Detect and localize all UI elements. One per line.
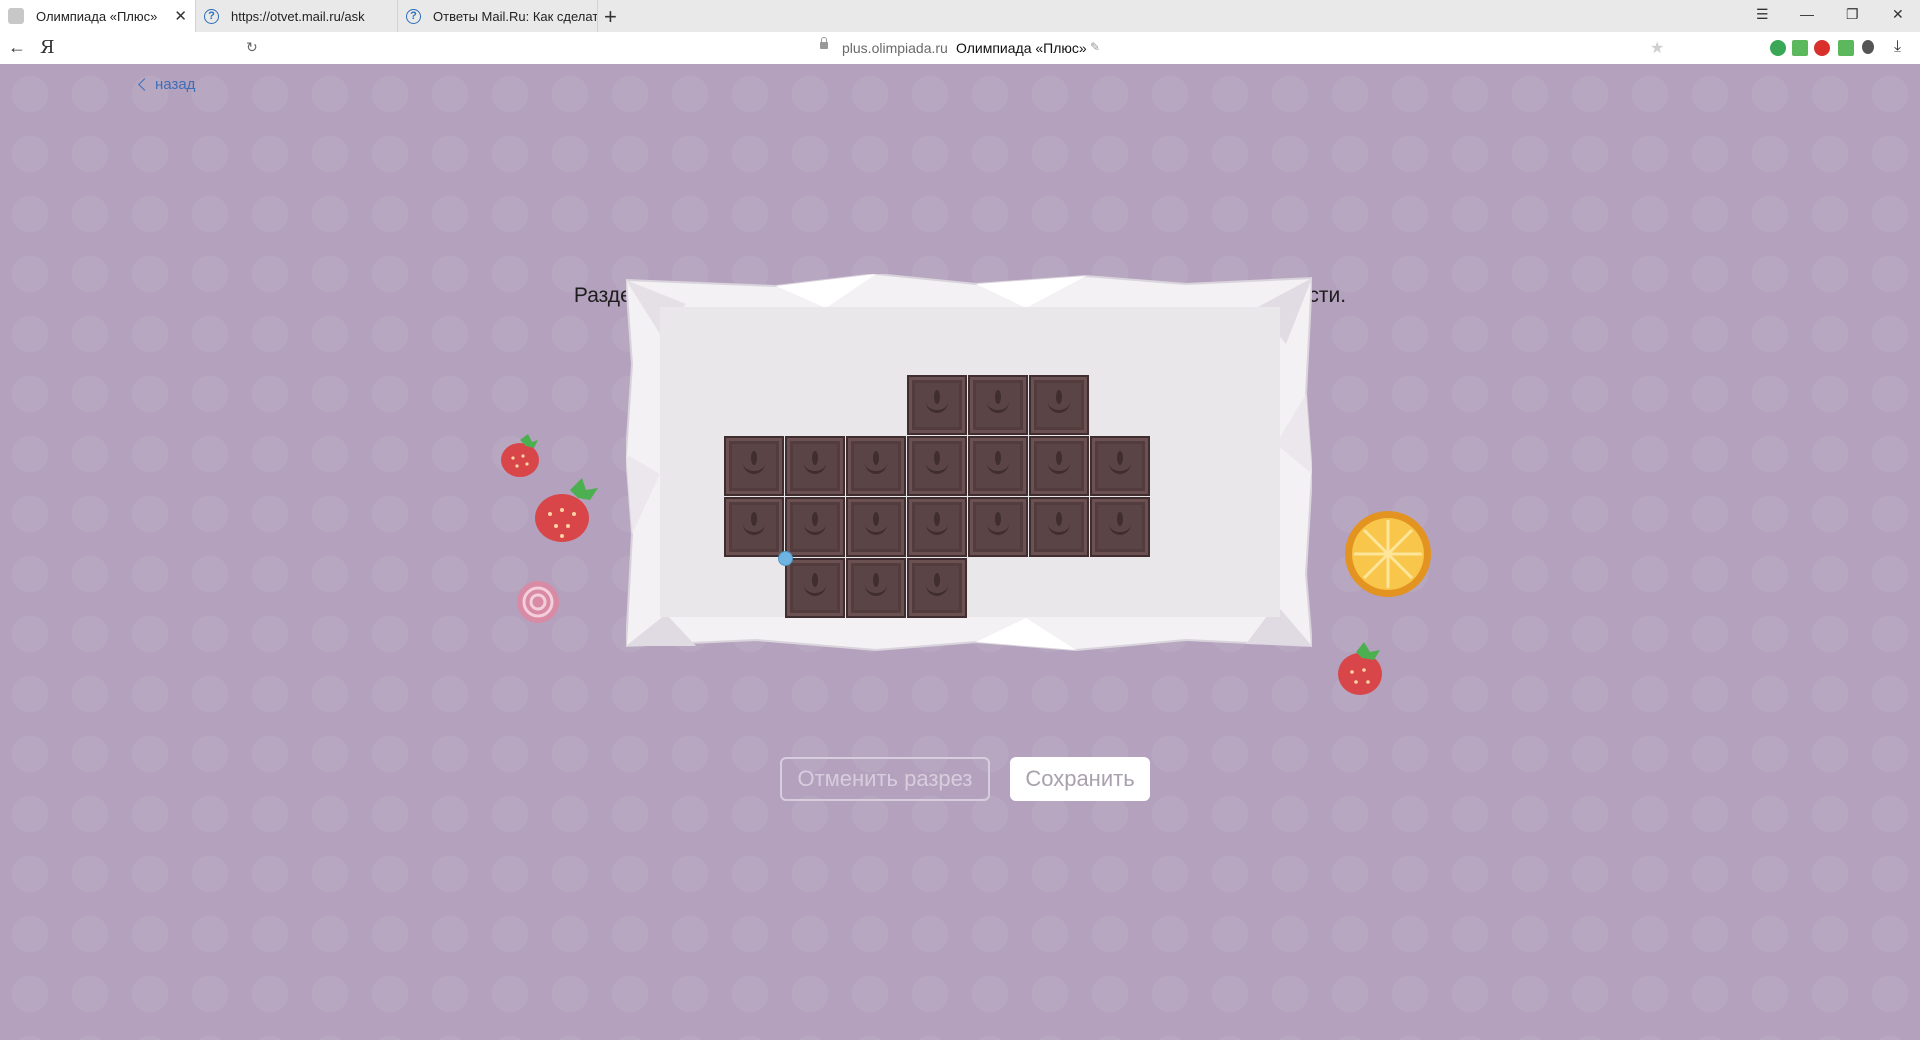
- chocolate-piece[interactable]: [907, 558, 967, 618]
- shield-extension-icon[interactable]: [1770, 40, 1786, 56]
- leaf-emboss-icon: [987, 389, 1009, 413]
- chocolate-piece[interactable]: [846, 436, 906, 496]
- strawberry-small-decoration: [501, 434, 539, 477]
- chocolate-piece[interactable]: [785, 436, 845, 496]
- adblock-icon[interactable]: [1814, 40, 1830, 56]
- leaf-emboss-icon: [804, 511, 826, 535]
- savefrom-icon[interactable]: [1838, 40, 1854, 56]
- chocolate-piece[interactable]: [968, 375, 1028, 435]
- save-button[interactable]: Сохранить: [1010, 757, 1150, 801]
- leaf-emboss-icon: [865, 511, 887, 535]
- leaf-emboss-icon: [743, 511, 765, 535]
- chocolate-piece[interactable]: [1090, 497, 1150, 557]
- close-window-icon[interactable]: ✕: [1892, 6, 1904, 23]
- leaf-emboss-icon: [865, 450, 887, 474]
- leaf-emboss-icon: [865, 572, 887, 596]
- leaf-emboss-icon: [926, 511, 948, 535]
- minimize-icon[interactable]: —: [1800, 6, 1814, 22]
- question-icon: ?: [406, 8, 421, 24]
- page-icon: [8, 8, 24, 24]
- question-icon: ?: [204, 8, 219, 24]
- back-link[interactable]: назад: [138, 76, 196, 93]
- chocolate-piece[interactable]: [785, 497, 845, 557]
- close-tab-icon[interactable]: ✕: [174, 7, 187, 25]
- tab-otvet-mail[interactable]: ? Ответы Mail.Ru: Как сделать: [398, 0, 598, 32]
- downloads-icon[interactable]: ⤓: [1894, 38, 1901, 56]
- reload-icon[interactable]: ↻: [246, 39, 258, 56]
- address-bar: ← Я ↻ plus.olimpiada.ru Олимпиада «Плюс»…: [0, 32, 1920, 65]
- back-link-label: назад: [155, 76, 196, 93]
- back-arrow-icon[interactable]: ←: [8, 37, 26, 58]
- download-helper-icon[interactable]: [1792, 40, 1808, 56]
- tab-title: https://otvet.mail.ru/ask: [231, 8, 365, 24]
- cut-start-point[interactable]: [778, 551, 793, 566]
- cancel-cut-button[interactable]: Отменить разрез: [780, 757, 990, 801]
- lock-icon: [820, 37, 828, 49]
- chocolate-piece[interactable]: [907, 436, 967, 496]
- chevron-left-icon: [138, 78, 151, 91]
- restore-icon[interactable]: ❐: [1846, 6, 1859, 23]
- leaf-emboss-icon: [1048, 511, 1070, 535]
- chocolate-piece[interactable]: [968, 436, 1028, 496]
- leaf-emboss-icon: [804, 572, 826, 596]
- chocolate-piece[interactable]: [907, 497, 967, 557]
- chocolate-piece[interactable]: [785, 558, 845, 618]
- leaf-emboss-icon: [1048, 389, 1070, 413]
- chocolate-piece[interactable]: [1029, 436, 1089, 496]
- leaf-emboss-icon: [926, 389, 948, 413]
- leaf-emboss-icon: [1109, 511, 1131, 535]
- tab-bar: Олимпиада «Плюс» ✕ ? https://otvet.mail.…: [0, 0, 1920, 33]
- leaf-emboss-icon: [1109, 450, 1131, 474]
- tab-olimpiada[interactable]: Олимпиада «Плюс» ✕: [0, 0, 196, 32]
- yandex-logo[interactable]: Я: [40, 37, 55, 58]
- strawberry-decoration: [535, 478, 598, 542]
- bulb-icon[interactable]: [1862, 40, 1874, 54]
- url-page-title[interactable]: Олимпиада «Плюс»: [956, 40, 1087, 56]
- chocolate-piece[interactable]: [1090, 436, 1150, 496]
- bookmark-star-icon[interactable]: ★: [1650, 38, 1664, 58]
- pencil-icon[interactable]: ✎: [1090, 40, 1100, 54]
- tab-title: Ответы Mail.Ru: Как сделать: [433, 8, 597, 24]
- menu-icon[interactable]: ☰: [1756, 6, 1769, 23]
- chocolate-piece[interactable]: [907, 375, 967, 435]
- tab-otvet-ask[interactable]: ? https://otvet.mail.ru/ask: [196, 0, 398, 32]
- candy-decoration: [517, 581, 559, 623]
- chocolate-piece[interactable]: [968, 497, 1028, 557]
- new-tab-button[interactable]: +: [604, 4, 617, 30]
- chocolate-piece[interactable]: [724, 497, 784, 557]
- chocolate-piece[interactable]: [846, 497, 906, 557]
- leaf-emboss-icon: [1048, 450, 1070, 474]
- chocolate-piece[interactable]: [724, 436, 784, 496]
- leaf-emboss-icon: [926, 450, 948, 474]
- leaf-emboss-icon: [743, 450, 765, 474]
- leaf-emboss-icon: [804, 450, 826, 474]
- leaf-emboss-icon: [926, 572, 948, 596]
- chocolate-piece[interactable]: [1029, 375, 1089, 435]
- strawberry-right-decoration: [1338, 642, 1382, 695]
- chocolate-piece[interactable]: [1029, 497, 1089, 557]
- chocolate-piece[interactable]: [846, 558, 906, 618]
- orange-slice-decoration: [1345, 511, 1431, 597]
- leaf-emboss-icon: [987, 450, 1009, 474]
- tab-title: Олимпиада «Плюс»: [36, 8, 158, 24]
- leaf-emboss-icon: [987, 511, 1009, 535]
- url-host[interactable]: plus.olimpiada.ru: [842, 40, 948, 56]
